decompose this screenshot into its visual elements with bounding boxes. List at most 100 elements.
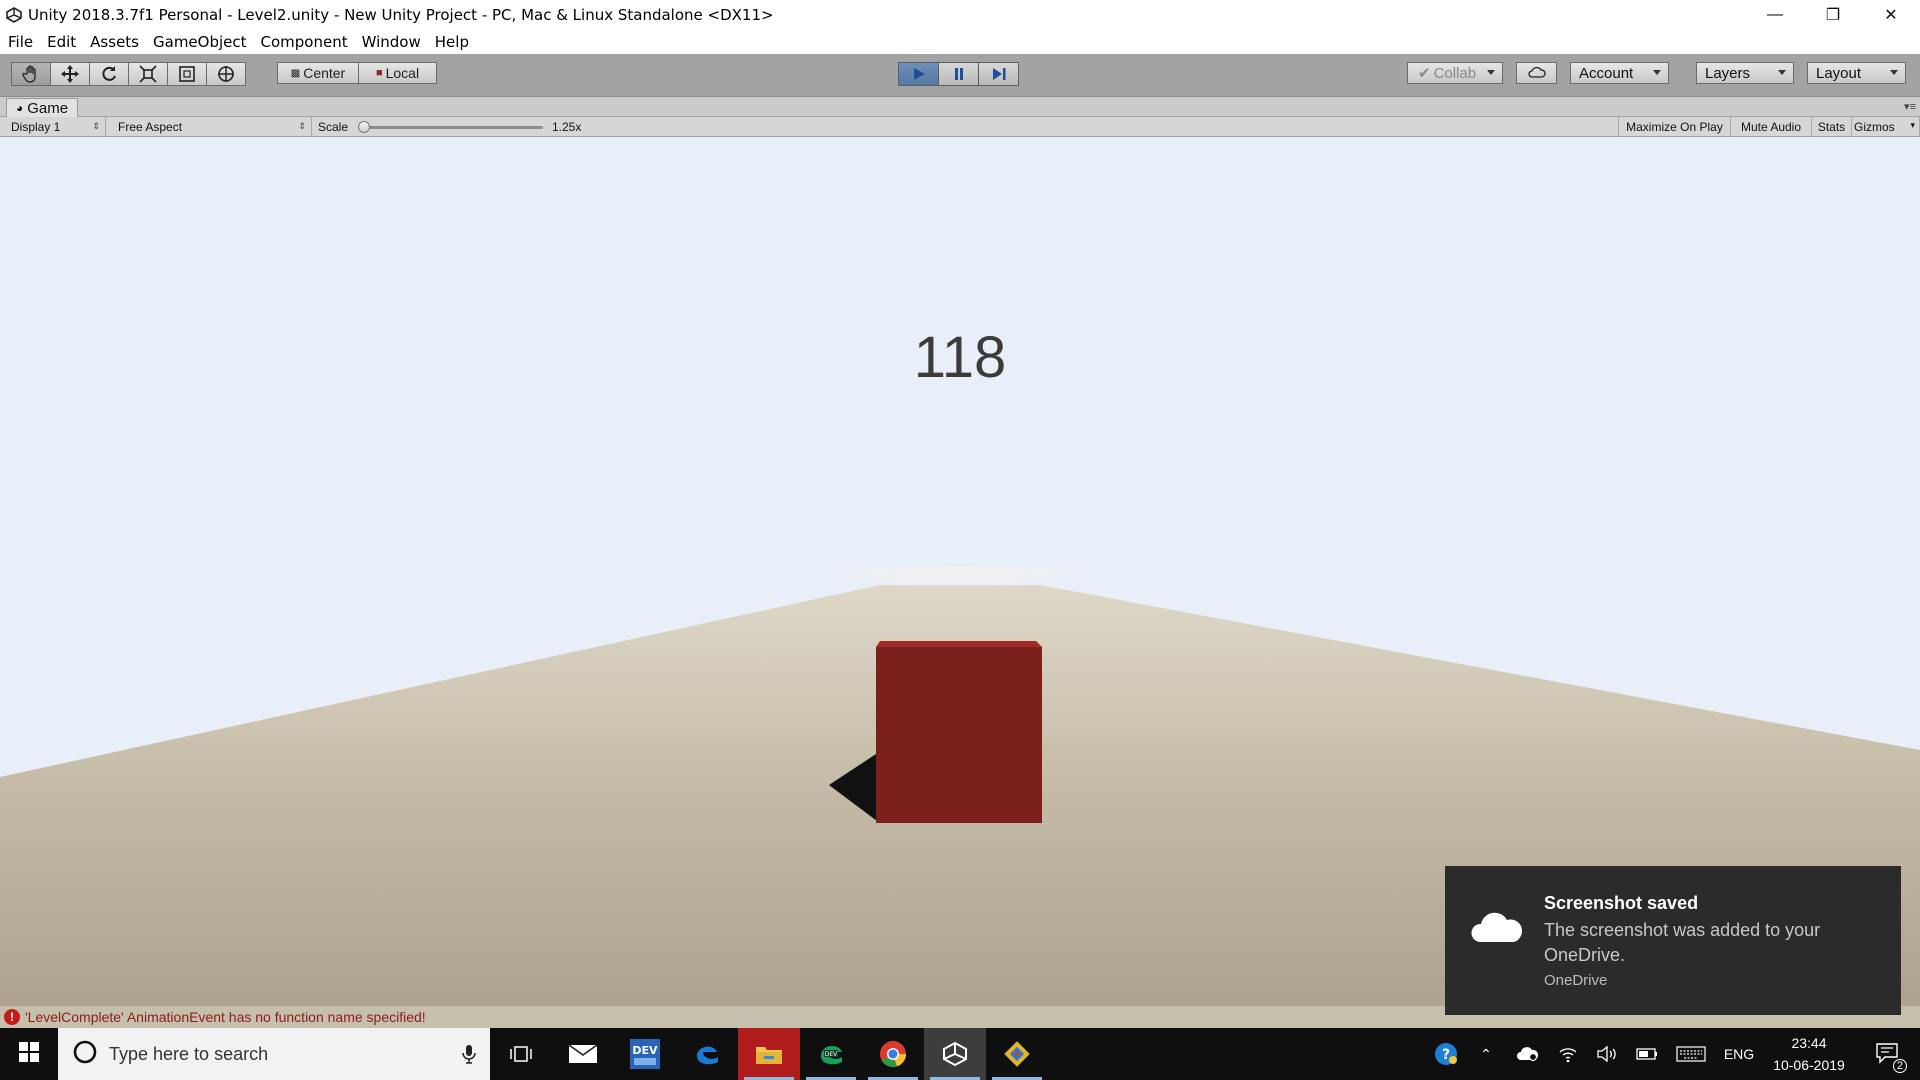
keyboard-icon[interactable] [1671, 1028, 1711, 1080]
error-icon: ! [4, 1009, 20, 1025]
tab-game[interactable]: ◕ Game [6, 98, 79, 117]
battery-icon[interactable] [1629, 1028, 1665, 1080]
chevron-up-icon[interactable]: ⌃ [1468, 1028, 1504, 1080]
game-tab-bar: ◕ Game ▾≡ [0, 97, 1920, 117]
scale-slider[interactable] [358, 121, 543, 133]
menu-edit[interactable]: Edit [47, 33, 76, 51]
edge-icon[interactable] [676, 1028, 738, 1080]
start-button[interactable] [0, 1028, 58, 1080]
onedrive-cloud-icon [1468, 906, 1526, 951]
display-label: Display 1 [11, 120, 61, 134]
pivot-center-label: Center [303, 65, 346, 81]
toast-body: The screenshot was added to your OneDriv… [1544, 920, 1821, 965]
aspect-dropdown[interactable]: Free Aspect ⇕ [111, 117, 312, 137]
task-view-icon[interactable] [490, 1028, 552, 1080]
wifi-icon[interactable] [1550, 1028, 1586, 1080]
dev-icon[interactable]: DEV [614, 1028, 676, 1080]
mail-icon[interactable] [552, 1028, 614, 1080]
svg-text:?: ? [1442, 1047, 1450, 1063]
layers-label: Layers [1705, 64, 1751, 82]
display-dropdown[interactable]: Display 1 ⇕ [0, 117, 106, 137]
restore-icon[interactable]: ❐ [1804, 0, 1862, 29]
stats-label: Stats [1817, 120, 1846, 134]
chevron-down-icon [1890, 70, 1898, 75]
game-pacman-icon: ◕ [16, 101, 24, 115]
hand-icon[interactable] [11, 62, 51, 86]
mute-label: Mute Audio [1740, 120, 1802, 134]
language-indicator[interactable]: ENG [1718, 1028, 1760, 1080]
status-message: 'LevelComplete' AnimationEvent has no fu… [25, 1009, 426, 1025]
score-counter: 118 [913, 325, 1007, 390]
collab-dropdown[interactable]: ✔ Collab [1407, 62, 1503, 84]
file-explorer-icon[interactable] [738, 1028, 800, 1080]
tab-menu-icon[interactable]: ▾≡ [1904, 100, 1916, 113]
title-bar: Unity 2018.3.7f1 Personal - Level2.unity… [0, 0, 1920, 29]
cube-top [876, 641, 1042, 647]
transform-icon[interactable] [206, 62, 246, 86]
stats-button[interactable]: Stats [1812, 117, 1852, 137]
pivot-center-button[interactable]: ▩ Center [277, 62, 359, 84]
edge-dev-icon[interactable]: DEV [800, 1028, 862, 1080]
cloud-button[interactable] [1516, 62, 1557, 84]
toast-source: OneDrive [1544, 972, 1608, 989]
pivot-center-icon: ▩ [290, 67, 301, 79]
pivot-local-label: Local [385, 65, 420, 81]
mute-audio-button[interactable]: Mute Audio [1731, 117, 1812, 137]
menu-file[interactable]: File [8, 33, 33, 51]
toolbar: ▩ Center ■ Local ✔ Collab Account Layers [0, 54, 1920, 97]
maximize-on-play-button[interactable]: Maximize On Play [1618, 117, 1731, 137]
svg-text:DEV: DEV [825, 1051, 838, 1058]
maximize-label: Maximize On Play [1626, 120, 1723, 134]
step-icon[interactable] [978, 62, 1019, 86]
menu-assets[interactable]: Assets [90, 33, 139, 51]
scale-icon[interactable] [128, 62, 168, 86]
microphone-icon[interactable] [462, 1044, 476, 1069]
menu-bar: File Edit Assets GameObject Component Wi… [0, 29, 1920, 54]
taskbar-search-box[interactable]: Type here to search [58, 1028, 490, 1080]
notification-count: 2 [1892, 1058, 1907, 1073]
rect-icon[interactable] [167, 62, 207, 86]
unity-icon[interactable] [924, 1028, 986, 1080]
chevron-down-icon [1487, 70, 1495, 75]
rotate-icon[interactable] [89, 62, 129, 86]
play-icon[interactable] [898, 62, 939, 86]
cortana-icon [72, 1039, 98, 1070]
minimize-icon[interactable]: — [1746, 0, 1804, 29]
layers-dropdown[interactable]: Layers [1696, 62, 1794, 84]
play-controls [898, 62, 1019, 86]
pivot-local-button[interactable]: ■ Local [358, 62, 437, 84]
move-icon[interactable] [50, 62, 90, 86]
clock[interactable]: 23:44 10-06-2019 [1762, 1028, 1856, 1080]
menu-component[interactable]: Component [261, 33, 348, 51]
chevron-down-icon [1653, 70, 1661, 75]
action-center-button[interactable]: 2 [1860, 1028, 1914, 1080]
unity-logo-icon [3, 4, 25, 26]
menu-gameobject[interactable]: GameObject [153, 33, 247, 51]
help-icon[interactable]: ? [1428, 1028, 1464, 1080]
close-icon[interactable]: ✕ [1862, 0, 1920, 29]
layout-label: Layout [1816, 64, 1862, 82]
window-title: Unity 2018.3.7f1 Personal - Level2.unity… [28, 5, 774, 24]
taskbar: Type here to search DEV DEV ? ⌃ ENG 23:4… [0, 1028, 1920, 1080]
notification-toast[interactable]: Screenshot saved The screenshot was adde… [1445, 866, 1901, 1015]
chevron-down-icon: ▾ [1910, 120, 1915, 130]
gizmos-label: Gizmos [1854, 120, 1895, 134]
git-icon[interactable] [986, 1028, 1048, 1080]
menu-help[interactable]: Help [435, 33, 469, 51]
pause-icon[interactable] [938, 62, 979, 86]
layout-dropdown[interactable]: Layout [1807, 62, 1906, 84]
account-dropdown[interactable]: Account [1570, 62, 1669, 84]
scale-slider-knob[interactable] [358, 121, 370, 133]
aspect-label: Free Aspect [118, 120, 183, 134]
updown-arrow-icon: ⇕ [92, 121, 100, 131]
toast-title: Screenshot saved [1544, 893, 1699, 913]
cube-icon: ■ [375, 67, 383, 79]
chrome-icon[interactable] [862, 1028, 924, 1080]
check-icon: ✔ [1418, 65, 1431, 82]
volume-icon[interactable] [1589, 1028, 1625, 1080]
collab-label: Collab [1433, 64, 1477, 82]
windows-icon [19, 1041, 39, 1067]
menu-window[interactable]: Window [362, 33, 421, 51]
gizmos-dropdown[interactable]: Gizmos ▾ [1852, 117, 1920, 137]
onedrive-sync-icon[interactable] [1508, 1028, 1548, 1080]
